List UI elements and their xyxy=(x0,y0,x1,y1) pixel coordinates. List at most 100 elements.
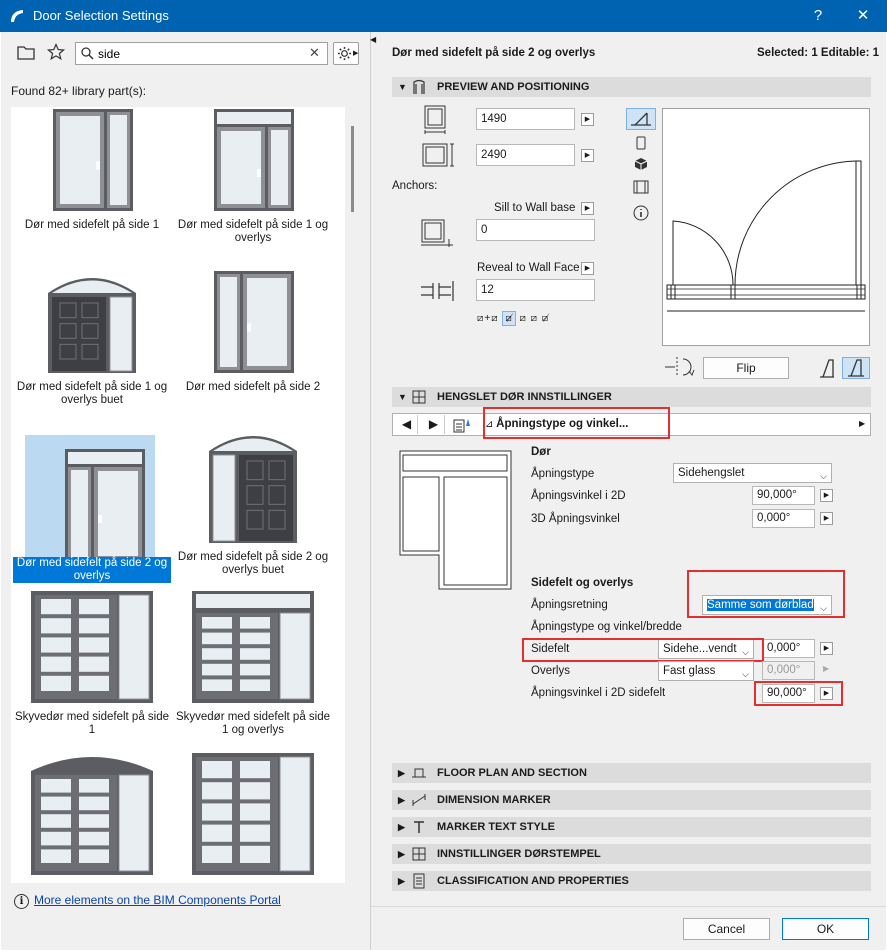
reveal-arrow-icon[interactable]: ▶ xyxy=(581,262,594,275)
overlys-select[interactable]: Fast glass ⌵ xyxy=(658,661,754,681)
width-arrow-icon[interactable]: ▶ xyxy=(581,113,594,126)
door-group-title: Dør xyxy=(531,446,551,458)
angle-2d-label: Åpningsvinkel i 2D xyxy=(531,490,626,502)
door-open-left-icon[interactable] xyxy=(817,357,837,379)
overlys-arrow-icon: ▶ xyxy=(823,664,830,673)
mirror-icon[interactable] xyxy=(663,355,697,379)
flip-button[interactable]: Flip xyxy=(703,357,789,379)
info-icon[interactable] xyxy=(633,205,649,221)
door-plan-preview xyxy=(666,160,866,312)
sidefelt-arrow-icon[interactable]: ▶ xyxy=(820,642,833,655)
library-item[interactable]: Skyvedør med sidefelt på side xyxy=(13,739,171,883)
reveal-field[interactable]: 12 xyxy=(476,279,595,301)
search-input[interactable] xyxy=(98,45,303,62)
window-title: Door Selection Settings xyxy=(33,8,169,23)
title-bar: Door Selection Settings ? ✕ xyxy=(0,0,887,32)
prev-page-icon[interactable]: ◀ xyxy=(396,415,418,434)
side-group-title: Sidefelt og overlys xyxy=(531,577,634,589)
bim-portal-row: i More elements on the BIM Components Por… xyxy=(14,893,281,909)
library-item-label: Dør med sidefelt på side 1 og overlys bu… xyxy=(16,381,168,406)
opening-type-select[interactable]: Sidehengslet ⌵ xyxy=(673,463,832,483)
section-hinge[interactable]: ▼ HENGSLET DØR INNSTILLINGER xyxy=(392,387,871,407)
angle-3d-label: 3D Åpningsvinkel xyxy=(531,513,620,525)
library-item[interactable]: Skyvedør med sidefelt på side 1 og overl… xyxy=(174,577,332,737)
library-item-label: Dør med sidefelt på side 1 og overlys xyxy=(177,219,329,244)
chevron-down-icon: ⌵ xyxy=(820,471,827,481)
info-icon: i xyxy=(14,894,29,909)
collapse-arrow-icon[interactable]: ◀ xyxy=(370,35,376,44)
sill-anchor-icon xyxy=(421,219,453,247)
opening-type-label: Åpningstype xyxy=(531,468,595,480)
favorites-star-icon[interactable] xyxy=(47,43,65,61)
archicad-logo-icon xyxy=(11,10,23,22)
list-view-icon[interactable] xyxy=(633,180,649,194)
section-classification[interactable]: ▶ CLASSIFICATION AND PROPERTIES xyxy=(392,871,871,891)
folder-icon[interactable] xyxy=(17,44,35,60)
view-2d-button[interactable] xyxy=(626,108,656,130)
section-dimension-marker[interactable]: ▶ DIMENSION MARKER xyxy=(392,790,871,810)
reveal-anchor-icon xyxy=(421,281,454,301)
bim-portal-link[interactable]: More elements on the BIM Components Port… xyxy=(34,893,281,907)
library-item[interactable]: Dør med sidefelt på side 2 xyxy=(174,257,332,417)
library-item-label: Dør med sidefelt på side 2 xyxy=(185,381,321,393)
angle-3d-field[interactable]: 0,000° xyxy=(752,509,815,528)
door-preview xyxy=(662,108,870,346)
3d-view-icon[interactable] xyxy=(634,157,648,171)
library-item[interactable]: Dør med sidefelt på side 2 og overlys bu… xyxy=(174,415,332,576)
height-arrow-icon[interactable]: ▶ xyxy=(581,149,594,162)
help-button[interactable]: ? xyxy=(796,0,840,32)
door-thumbnail xyxy=(25,435,155,563)
library-grid[interactable]: Dør med sidefelt på side 1 Dør med sidefe… xyxy=(11,107,345,883)
cancel-button[interactable]: Cancel xyxy=(683,918,770,940)
library-item[interactable]: Skyvedør med sidefelt på side xyxy=(174,739,332,883)
ok-button[interactable]: OK xyxy=(782,918,869,940)
expand-right-icon: ▶ xyxy=(398,849,405,859)
chevron-down-icon: ⌵ xyxy=(742,669,749,679)
section-door-stamp[interactable]: ▶ INNSTILLINGER DØRSTEMPEL xyxy=(392,844,871,864)
door-open-right-button[interactable] xyxy=(842,357,870,379)
section-hinge-title: HENGSLET DØR INNSTILLINGER xyxy=(437,391,612,403)
angle-3d-arrow-icon[interactable]: ▶ xyxy=(820,512,833,525)
page-list-icon[interactable] xyxy=(453,417,471,433)
section-floor-plan-title: FLOOR PLAN AND SECTION xyxy=(437,767,587,779)
door-thumbnail xyxy=(174,415,332,547)
library-item[interactable]: Dør med sidefelt på side 1 xyxy=(13,107,171,255)
search-box[interactable]: ✕ xyxy=(75,42,328,65)
plan-view-icon xyxy=(631,112,651,126)
library-item[interactable]: Dør med sidefelt på side 1 og overlys xyxy=(174,107,332,255)
overlys-label: Overlys xyxy=(531,665,570,677)
library-settings-button[interactable]: ▶ xyxy=(333,42,359,65)
library-item[interactable]: Dør med sidefelt på side 2 og overlys xyxy=(13,415,171,583)
next-page-icon[interactable]: ▶ xyxy=(423,415,445,434)
part-title: Dør med sidefelt på side 2 og overlys xyxy=(392,47,596,59)
height-field[interactable]: 2490 xyxy=(476,144,575,166)
direction-label: Åpningsretning xyxy=(531,599,608,611)
library-item-label: Dør med sidefelt på side 1 xyxy=(24,219,160,231)
section-floor-plan[interactable]: ▶ FLOOR PLAN AND SECTION xyxy=(392,763,871,783)
door-thumbnail xyxy=(174,257,332,377)
expand-right-icon: ▶ xyxy=(398,876,405,886)
anchor-mode-icons[interactable]: ⧄+⧄ ⧄̸ ⧄ ⧄ ⧄̸ xyxy=(477,311,549,326)
elevation-view-icon[interactable] xyxy=(635,136,647,150)
angle-2d-field[interactable]: 90,000° xyxy=(752,486,815,505)
sill-arrow-icon[interactable]: ▶ xyxy=(581,202,594,215)
grid-scrollbar[interactable] xyxy=(351,126,354,212)
close-button[interactable]: ✕ xyxy=(841,0,885,32)
floor-plan-icon xyxy=(412,768,426,778)
library-item[interactable]: Skyvedør med sidefelt på side 1 xyxy=(13,577,171,737)
type-angle-label: Åpningstype og vinkel/bredde xyxy=(531,621,682,633)
width-field[interactable]: 1490 xyxy=(476,108,575,130)
section-preview[interactable]: ▼ PREVIEW AND POSITIONING xyxy=(392,77,871,97)
expand-right-icon: ▶ xyxy=(398,795,405,805)
sill-field[interactable]: 0 xyxy=(476,219,595,241)
library-item-label: Skyvedør med sidefelt på side 1 xyxy=(14,711,170,736)
expand-right-icon: ▶ xyxy=(398,822,405,832)
anchors-label: Anchors: xyxy=(392,180,438,192)
section-door-stamp-title: INNSTILLINGER DØRSTEMPEL xyxy=(437,848,601,860)
page-select-arrow-icon[interactable]: ▶ xyxy=(859,419,865,428)
section-marker-text[interactable]: ▶ MARKER TEXT STYLE xyxy=(392,817,871,837)
sidefelt-angle-field[interactable]: 0,000° xyxy=(762,639,815,658)
library-item[interactable]: Dør med sidefelt på side 1 og overlys bu… xyxy=(13,257,171,417)
clear-search-icon[interactable]: ✕ xyxy=(309,45,320,61)
angle-2d-arrow-icon[interactable]: ▶ xyxy=(820,489,833,502)
